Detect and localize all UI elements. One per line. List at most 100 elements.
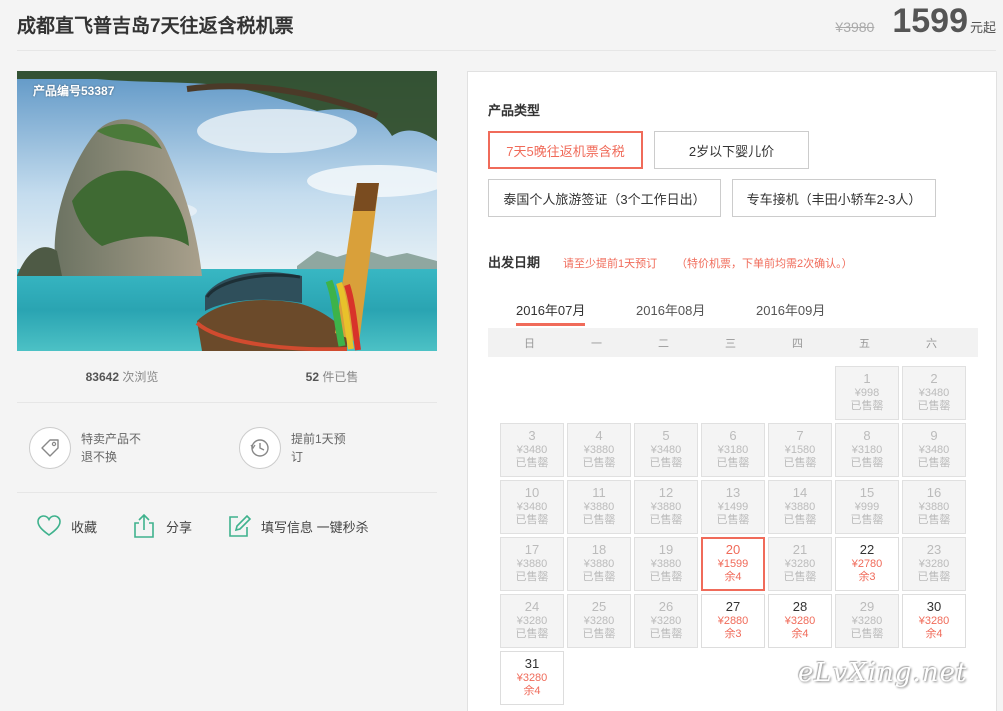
calendar-day-cell: 17 ¥3880 已售罄: [500, 537, 564, 591]
calendar-day-status: 已售罄: [716, 457, 750, 469]
calendar-day-price: ¥3880: [650, 558, 682, 570]
calendar-day-price: ¥3280: [851, 615, 883, 627]
favorite-label: 收藏: [71, 519, 98, 535]
calendar-day-price: ¥3280: [784, 615, 816, 627]
calendar-day-cell: 26 ¥3280 已售罄: [634, 594, 698, 648]
calendar-day-cell: 4 ¥3880 已售罄: [567, 423, 631, 477]
product-type-option-ticket[interactable]: 7天5晚往返机票含税: [488, 131, 643, 169]
calendar-day-price: ¥3480: [516, 444, 548, 456]
watermark: eLvXing.net: [798, 658, 968, 688]
calendar-day-cell[interactable]: 28 ¥3280 余4: [768, 594, 832, 648]
calendar-day-status: 已售罄: [716, 514, 750, 526]
view-count-value: 83642: [85, 370, 119, 384]
calendar-day-cell[interactable]: 20 ¥1599 余4: [701, 537, 765, 591]
calendar-day-cell: 21 ¥3280 已售罄: [768, 537, 832, 591]
calendar-day-status: 已售罄: [582, 514, 616, 526]
sold-count-value: 52: [305, 370, 319, 384]
calendar-day-cell[interactable]: 31 ¥3280 余4: [500, 651, 564, 705]
tag-icon: [29, 426, 71, 469]
calendar-day-number: 31: [524, 656, 540, 671]
page-title: 成都直飞普吉岛7天往返含税机票: [17, 16, 294, 37]
calendar-day-cell[interactable]: 27 ¥2880 余3: [701, 594, 765, 648]
calendar-day-number: 26: [658, 599, 674, 614]
tab-month-august[interactable]: 2016年08月: [636, 300, 705, 319]
weekday-label: 日: [524, 338, 535, 350]
weekday-label: 六: [926, 338, 937, 350]
calendar-day-price: ¥3280: [516, 615, 548, 627]
calendar-day-cell: 24 ¥3280 已售罄: [500, 594, 564, 648]
calendar-day-number: 18: [591, 542, 607, 557]
calendar-day-status: 已售罄: [783, 514, 817, 526]
calendar-day-status: 已售罄: [649, 514, 683, 526]
calendar-day-number: 13: [725, 485, 741, 500]
calendar-day-status: 已售罄: [515, 571, 549, 583]
feature-advance-booking: 提前1天预订: [227, 426, 437, 469]
calendar-day-cell: 13 ¥1499 已售罄: [701, 480, 765, 534]
product-image: 产品编号53387: [17, 71, 437, 351]
weekday-header: 日 一 二 三 四 五 六: [488, 328, 978, 357]
calendar-day-price: ¥3280: [784, 558, 816, 570]
calendar-day-status: 已售罄: [850, 514, 884, 526]
calendar-day-cell: 23 ¥3280 已售罄: [902, 537, 966, 591]
calendar-day-status: 余4: [523, 685, 541, 697]
current-price: 1599: [892, 2, 968, 40]
calendar-day-number: 17: [524, 542, 540, 557]
share-icon: [134, 513, 154, 538]
calendar-day-status: 已售罄: [850, 400, 884, 412]
calendar-day-number: 11: [592, 485, 606, 500]
calendar-day-status: 已售罄: [582, 628, 616, 640]
header-divider: [17, 50, 996, 51]
calendar-day-number: 28: [792, 599, 808, 614]
calendar-day-status: 已售罄: [649, 628, 683, 640]
beach-boat-illustration: [17, 71, 437, 351]
favorite-button[interactable]: 收藏: [36, 514, 97, 538]
month-tabs: 2016年07月 2016年08月 2016年09月: [488, 300, 978, 328]
calendar-day-number: 6: [729, 428, 737, 443]
sold-count: 52 件已售: [227, 368, 437, 385]
calendar-day-price: ¥3880: [583, 558, 615, 570]
weekday-label: 一: [591, 338, 602, 350]
calendar-day-cell[interactable]: 22 ¥2780 余3: [835, 537, 899, 591]
calendar-day-price: ¥999: [854, 501, 880, 513]
calendar-day-price: ¥2780: [851, 558, 883, 570]
quick-buy-button[interactable]: 填写信息 一键秒杀: [226, 513, 369, 539]
calendar-day-cell: 18 ¥3880 已售罄: [567, 537, 631, 591]
calendar-day-status: 已售罄: [850, 457, 884, 469]
calendar-day-cell: 1 ¥998 已售罄: [835, 366, 899, 420]
feature-text: 特卖产品不退不换: [81, 431, 142, 464]
tab-month-july[interactable]: 2016年07月: [516, 300, 586, 326]
calendar-day-cell[interactable]: 30 ¥3280 余4: [902, 594, 966, 648]
calendar-day-number: 7: [796, 428, 804, 443]
calendar-day-status: 已售罄: [783, 571, 817, 583]
calendar-day-cell: 6 ¥3180 已售罄: [701, 423, 765, 477]
calendar-day-status: 余4: [925, 628, 943, 640]
calendar-day-number: 10: [524, 485, 540, 500]
calendar-day-number: 24: [524, 599, 540, 614]
calendar-day-price: ¥1599: [717, 558, 749, 570]
calendar-day-price: ¥3480: [516, 501, 548, 513]
calendar-day-status: 已售罄: [515, 628, 549, 640]
calendar-day-price: ¥3480: [918, 444, 950, 456]
special-ticket-note: （特价机票，下单前均需2次确认。）: [676, 258, 853, 270]
product-code: 产品编号53387: [33, 84, 115, 98]
clock-icon: [239, 426, 281, 469]
calendar-day-price: ¥3480: [918, 387, 950, 399]
calendar-day-status: 已售罄: [917, 571, 951, 583]
calendar-day-status: 已售罄: [515, 457, 549, 469]
share-button[interactable]: 分享: [131, 513, 192, 539]
calendar-day-cell: 7 ¥1580 已售罄: [768, 423, 832, 477]
calendar-day-price: ¥3880: [918, 501, 950, 513]
calendar-day-status: 已售罄: [917, 514, 951, 526]
calendar-day-cell: 14 ¥3880 已售罄: [768, 480, 832, 534]
calendar-day-price: ¥3280: [918, 615, 950, 627]
product-type-option-infant[interactable]: 2岁以下婴儿价: [654, 131, 809, 169]
product-type-option-transfer[interactable]: 专车接机（丰田小轿车2-3人）: [732, 179, 936, 217]
product-stats: 83642 次浏览 52 件已售: [17, 351, 437, 403]
calendar-day-price: ¥3280: [918, 558, 950, 570]
tab-month-september[interactable]: 2016年09月: [756, 300, 825, 319]
calendar-day-number: 23: [926, 542, 942, 557]
product-type-option-visa[interactable]: 泰国个人旅游签证（3个工作日出）: [488, 179, 721, 217]
calendar-day-number: 25: [591, 599, 607, 614]
weekday-label: 五: [859, 338, 870, 350]
share-label: 分享: [166, 519, 193, 535]
